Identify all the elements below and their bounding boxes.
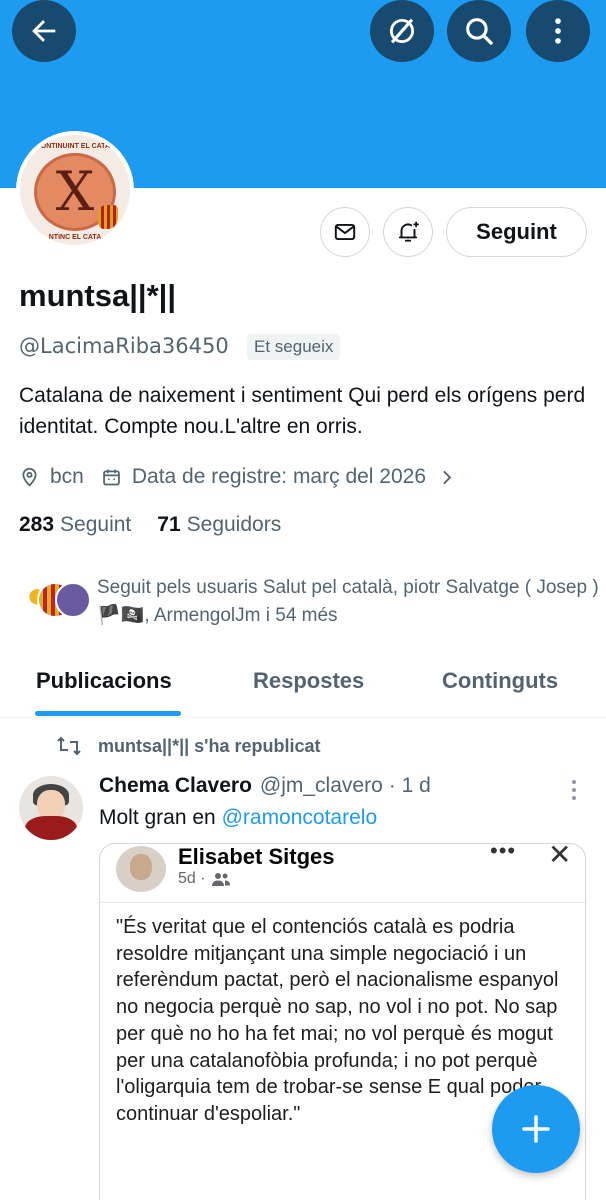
media-avatar <box>116 846 166 892</box>
profile-handle: @LacimaRiba36450 <box>19 334 229 358</box>
joined-date[interactable]: Data de registre: març del 2026 <box>132 465 426 489</box>
grok-icon <box>389 18 415 44</box>
calendar-icon <box>103 469 120 485</box>
post-mention-link[interactable]: @ramoncotarelo <box>222 806 378 829</box>
follows-you-badge: Et segueix <box>247 334 341 360</box>
media-meta: 5d · <box>178 870 231 888</box>
chevron-right-icon[interactable] <box>436 467 457 488</box>
more-vertical-icon <box>555 18 561 44</box>
back-button[interactable] <box>12 0 76 62</box>
follower-avatar <box>55 582 91 618</box>
more-button[interactable] <box>526 0 590 62</box>
avatar-image: CONTINUINT EL CATAL X NTINC EL CATA <box>20 135 130 245</box>
follow-stats: 283 Seguint 71 Seguidors <box>19 513 307 537</box>
avatar-glyph: X <box>55 160 95 223</box>
profile-name: muntsa||*|| <box>19 278 176 313</box>
media-author-name: Elisabet Sitges <box>178 844 335 869</box>
senyera-heart-icon <box>98 205 118 229</box>
followers-label: Seguidors <box>186 513 282 536</box>
avatar-caption-top: CONTINUINT EL CATAL <box>35 143 115 150</box>
following-label: Seguint <box>60 513 132 536</box>
tab-respostes[interactable]: Respostes <box>253 668 364 694</box>
search-button[interactable] <box>447 0 511 62</box>
profile-avatar[interactable]: CONTINUINT EL CATAL X NTINC EL CATA <box>16 131 134 249</box>
post-author-handle[interactable]: @jm_clavero <box>260 774 383 798</box>
following-stat[interactable]: 283 Seguint <box>19 513 131 537</box>
friends-icon <box>211 873 230 886</box>
repost-context: muntsa||*|| s'ha republicat <box>56 735 320 757</box>
notifications-button[interactable] <box>383 207 433 257</box>
post-author-name[interactable]: Chema Clavero <box>99 774 252 798</box>
active-tab-indicator <box>35 711 181 716</box>
location-text: bcn <box>50 465 84 488</box>
message-button[interactable] <box>320 207 370 257</box>
avatar-caption-bottom: NTINC EL CATA <box>48 234 102 241</box>
mail-icon <box>334 223 356 241</box>
profile-bio: Catalana de naixement i sentiment Qui pe… <box>19 384 586 438</box>
followed-by[interactable]: Seguit pels usuaris Salut pel català, pi… <box>19 574 599 630</box>
follower-avatars <box>19 582 91 626</box>
post-time: · 1 d <box>388 774 431 797</box>
post-text-body: Molt gran en <box>99 806 216 829</box>
grok-button[interactable] <box>370 0 434 62</box>
following-count: 283 <box>19 513 55 536</box>
bell-plus-icon <box>398 221 419 242</box>
repost-label: muntsa||*|| s'ha republicat <box>98 735 321 756</box>
post-text: Molt gran en @ramoncotarelo <box>99 806 377 830</box>
followers-stat[interactable]: 71 Seguidors <box>157 513 281 537</box>
compose-fab-button[interactable] <box>492 1085 580 1173</box>
plus-icon <box>522 1115 550 1143</box>
back-arrow-icon <box>32 20 56 42</box>
repost-icon <box>57 736 81 756</box>
following-button[interactable]: Seguint <box>446 207 587 257</box>
tab-continguts[interactable]: Continguts <box>442 668 558 694</box>
profile-tabs: Publicacions Respostes Continguts <box>0 662 606 718</box>
media-time: 5d · <box>178 870 206 887</box>
profile-meta: bcn Data de registre: març del 2026 <box>19 462 457 492</box>
post-more-icon[interactable] <box>566 778 582 802</box>
search-icon <box>466 18 493 45</box>
followed-by-text: Seguit pels usuaris Salut pel català, pi… <box>97 577 599 626</box>
post-header: Chema Clavero @jm_clavero · 1 d <box>99 774 431 798</box>
location-icon <box>22 467 37 487</box>
media-dots: ••• <box>490 843 517 863</box>
media-close-icon: ✕ <box>548 843 572 870</box>
tab-publicacions[interactable]: Publicacions <box>36 668 172 694</box>
followers-count: 71 <box>157 513 181 536</box>
post-author-avatar[interactable] <box>19 776 83 840</box>
media-divider <box>100 902 585 903</box>
